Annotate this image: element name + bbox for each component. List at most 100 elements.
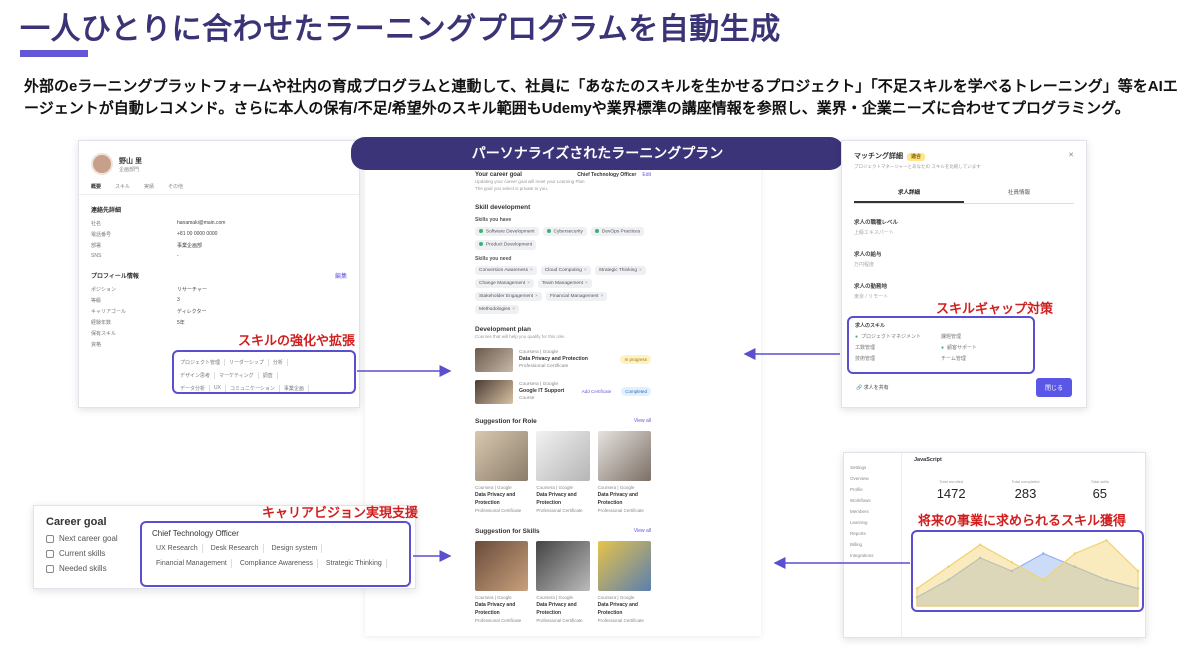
tab-results[interactable]: 実績 — [144, 183, 154, 190]
sidebar-item[interactable]: Integrations — [850, 553, 895, 558]
goal-value: Chief Technology Officer — [577, 172, 637, 178]
center-banner: パーソナライズされたラーニングプラン — [351, 137, 844, 170]
profile-row: ポジション リサーチャー — [91, 287, 207, 293]
chart-point — [1041, 552, 1045, 555]
career-chip: Design system — [268, 544, 323, 553]
skill-chip: UX — [214, 385, 226, 392]
view-all-link[interactable]: View all — [634, 528, 651, 535]
gap-item: 課題管理 — [941, 334, 962, 340]
tab-skills[interactable]: スキル — [115, 183, 130, 190]
chart-point — [978, 543, 982, 547]
sidebar-item[interactable]: Reports — [850, 531, 895, 536]
sidebar-item[interactable]: Profile — [850, 487, 895, 492]
skill-need-chip[interactable]: Strategic Thinking × — [594, 265, 646, 275]
matching-title: マッチング詳細 — [854, 153, 903, 160]
skill-suggest-heading: Suggestion for Skills — [475, 527, 540, 535]
skills-need-label: Skills you need — [475, 255, 512, 262]
field-value: 万円程度 — [854, 262, 875, 268]
course-card[interactable]: Coursera | Google Data Privacy and Protec… — [536, 430, 590, 514]
avatar — [91, 153, 113, 175]
course-card[interactable]: Coursera | Google Data Privacy and Protec… — [536, 540, 590, 624]
match-badge: 適合 — [907, 153, 926, 161]
contact-row: SNS - — [91, 253, 179, 259]
plan-item[interactable]: Coursera | Google Google IT Support Cour… — [475, 379, 651, 404]
skill-chip: マーケティング — [219, 372, 259, 379]
title-underline — [20, 50, 88, 57]
stat-block: Total enrolled 1472 — [936, 479, 966, 501]
tab-overview[interactable]: 概要 — [91, 183, 101, 190]
skill-dev-heading: Skill development — [475, 204, 531, 211]
callout-gap: スキルギャップ対策 — [936, 301, 1054, 316]
skill-need-chip[interactable]: Stakeholder Engagement × — [475, 291, 542, 301]
gap-item: チーム管理 — [941, 356, 966, 362]
tab-employee-info[interactable]: 社員情報 — [964, 188, 1074, 203]
course-card[interactable]: Coursera | Google Data Privacy and Protec… — [597, 540, 651, 624]
profile-sub: 企画部門 — [119, 166, 140, 173]
share-link[interactable]: 🔗 求人を共有 — [856, 384, 889, 391]
tab-job-details[interactable]: 求人詳細 — [854, 188, 964, 203]
slide-title: 一人ひとりに合わせたラーニングプログラムを自動生成 — [20, 13, 781, 46]
role-suggest-heading: Suggestion for Role — [475, 417, 537, 425]
goal-edit-link[interactable]: Edit — [642, 172, 651, 178]
status-badge: In progress — [620, 355, 651, 365]
career-chip: Compliance Awareness — [236, 559, 318, 568]
skill-need-chip[interactable]: Cloud Computing × — [540, 265, 591, 275]
career-chip: UX Research — [152, 544, 203, 553]
dev-plan-heading: Development plan — [475, 325, 531, 333]
callout-career: キャリアビジョン実現支援 — [262, 505, 419, 520]
chart-point — [1041, 578, 1045, 582]
profile-name: 野山 里 — [119, 157, 142, 165]
skill-chip: 調査 — [263, 372, 278, 379]
sidebar-item[interactable]: Workflows — [850, 498, 895, 503]
add-certificate-link[interactable]: Add Certificate — [582, 388, 612, 395]
profile-edit-link[interactable]: 編集 — [335, 271, 347, 280]
sidebar-item[interactable]: Learning — [850, 520, 895, 525]
sidebar-item[interactable]: Overview — [850, 476, 895, 481]
area-chart — [915, 539, 1140, 607]
contact-row: 社名 hanamaki@main.com — [91, 220, 226, 227]
profile-row: 等級 3 — [91, 297, 180, 304]
career-chip: Desk Research — [207, 544, 264, 553]
course-card[interactable]: Coursera | Google Data Privacy and Protec… — [475, 430, 529, 514]
callout-skills: スキルの強化や拡張 — [238, 333, 356, 348]
close-icon[interactable]: ✕ — [1068, 151, 1074, 161]
skill-need-chip[interactable]: Change Management × — [475, 278, 534, 288]
skill-need-chip[interactable]: Team Management × — [537, 278, 592, 288]
sidebar-item[interactable]: Settings — [850, 465, 895, 470]
sidebar-item[interactable]: Members — [850, 509, 895, 514]
course-card[interactable]: Coursera | Google Data Privacy and Protec… — [597, 430, 651, 514]
skill-chip: デザイン思考 — [180, 372, 216, 379]
matching-desc: プロジェクトマネージャーとあなたの スキルを比較しています — [854, 164, 981, 169]
tab-other[interactable]: その他 — [168, 183, 183, 190]
callout-future: 将来の事業に求められるスキル獲得 — [918, 513, 1127, 528]
chart-point — [947, 565, 950, 568]
field-label: 求人の勤務地 — [854, 284, 888, 290]
view-all-link[interactable]: View all — [634, 418, 651, 425]
stat-block: Total skills 65 — [1090, 479, 1109, 501]
chart-point — [915, 587, 919, 590]
contact-row: 電話番号 +81 00 0000 0000 — [91, 231, 218, 238]
gap-label: 求人のスキル — [855, 323, 886, 329]
sidebar-item[interactable]: Billing — [850, 542, 895, 547]
skill-need-chip[interactable]: Methodologies × — [475, 304, 520, 314]
area-series-1 — [916, 539, 1139, 607]
course-thumbnail — [475, 347, 513, 372]
course-card[interactable]: Coursera | Google Data Privacy and Protec… — [475, 540, 529, 624]
skill-chip: 事業企画 — [284, 385, 309, 392]
chart-point — [1105, 539, 1108, 542]
field-label: 求人の給与 — [854, 252, 882, 258]
analytics-sidebar: Settings Overview Profile Workflows Memb… — [844, 453, 902, 637]
close-button[interactable]: 閉じる — [1035, 378, 1072, 397]
skill-need-chip[interactable]: Financial Management × — [545, 291, 608, 301]
chart-point — [1010, 560, 1014, 564]
skills-icon — [46, 549, 54, 558]
gap-item: 顧客サポート — [941, 344, 1027, 351]
plan-item[interactable]: Coursera | Google Data Privacy and Prote… — [475, 347, 651, 372]
dev-plan-hint: Courses that will help you qualify for t… — [475, 333, 566, 339]
list-icon — [46, 564, 54, 573]
field-label: 求人の職種レベル — [854, 220, 899, 226]
chart-point — [1136, 569, 1140, 573]
skill-need-chip[interactable]: Conversion Awareness × — [475, 265, 537, 275]
profile-info-title: プロフィール情報 — [91, 274, 139, 280]
profile-tabs: 概要 スキル 実績 その他 — [79, 175, 359, 195]
